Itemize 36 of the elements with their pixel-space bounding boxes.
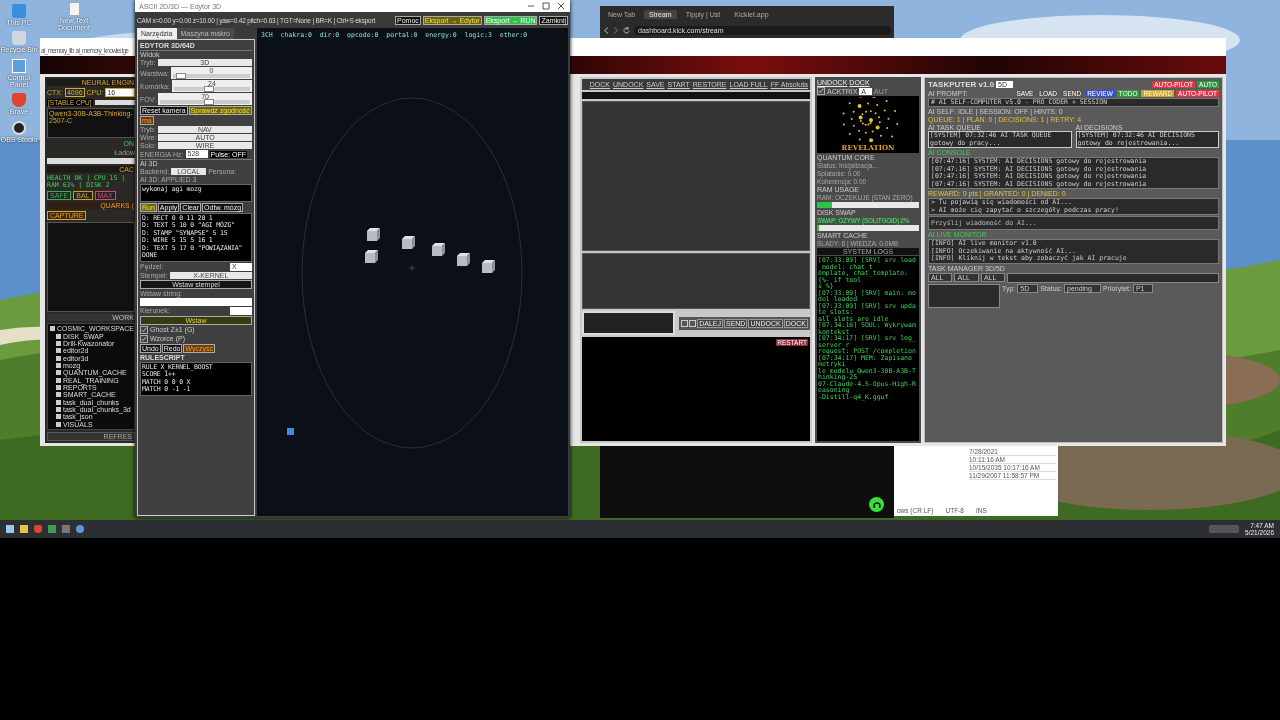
cube-icon[interactable] xyxy=(367,228,380,241)
square-icon[interactable] xyxy=(689,319,697,327)
cube-icon[interactable] xyxy=(482,260,495,273)
input-field[interactable] xyxy=(582,311,676,335)
cube-icon[interactable] xyxy=(432,243,445,256)
direction-select[interactable] xyxy=(230,306,252,315)
cube-icon[interactable] xyxy=(457,253,470,266)
back-icon[interactable] xyxy=(603,26,609,34)
search-field[interactable] xyxy=(1007,272,1219,283)
shield-icon[interactable] xyxy=(34,525,42,533)
slider-track[interactable] xyxy=(172,74,250,78)
document-icon[interactable] xyxy=(68,2,80,16)
cube-icon[interactable] xyxy=(365,250,378,263)
panel-title: TASKPUTER v1.0 xyxy=(928,80,995,89)
crosshair-icon xyxy=(408,264,416,272)
reload-icon[interactable] xyxy=(623,26,630,34)
cube-icon[interactable] xyxy=(402,236,415,249)
headset-icon[interactable] xyxy=(869,497,884,512)
checkbox[interactable] xyxy=(817,87,825,95)
slider-track[interactable] xyxy=(160,100,250,104)
input-field[interactable] xyxy=(94,100,135,105)
forward-icon[interactable] xyxy=(613,26,619,34)
window-controls-icon[interactable] xyxy=(526,2,566,10)
expander-icon[interactable] xyxy=(50,326,55,332)
start-icon[interactable] xyxy=(6,525,14,533)
slider-thumb[interactable] xyxy=(204,99,215,105)
checkbox[interactable] xyxy=(140,325,148,334)
checkbox[interactable] xyxy=(140,334,148,343)
task-list[interactable] xyxy=(928,283,1000,308)
slider-track[interactable] xyxy=(173,87,250,91)
slider-thumb[interactable] xyxy=(203,86,214,92)
input-field[interactable] xyxy=(47,158,135,164)
gear-icon[interactable] xyxy=(76,525,84,533)
slider-thumb[interactable] xyxy=(176,73,187,79)
string-field[interactable] xyxy=(140,297,252,306)
input-field[interactable] xyxy=(582,92,810,99)
